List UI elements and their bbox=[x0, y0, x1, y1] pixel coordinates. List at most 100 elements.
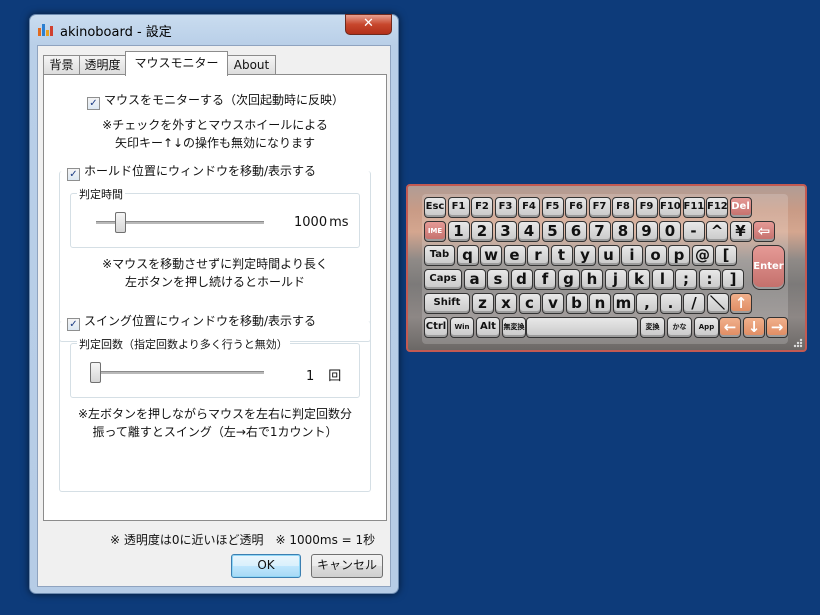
key-v[interactable]: v bbox=[542, 293, 564, 314]
key-c[interactable]: c bbox=[518, 293, 541, 314]
title-bar[interactable]: akinoboard - 設定 ✕ bbox=[30, 14, 398, 43]
key-9[interactable]: 9 bbox=[635, 221, 658, 242]
key-^[interactable]: ^ bbox=[706, 221, 728, 242]
mouse-monitor-checkbox[interactable]: ✓ bbox=[87, 97, 100, 110]
key-@[interactable]: @ bbox=[691, 245, 714, 266]
key-:[interactable]: : bbox=[698, 269, 721, 290]
key-F3[interactable]: F3 bbox=[494, 197, 517, 218]
key-Esc[interactable]: Esc bbox=[424, 197, 446, 218]
key-↑[interactable]: ↑ bbox=[730, 293, 752, 314]
key-F12[interactable]: F12 bbox=[706, 197, 728, 218]
key-i[interactable]: i bbox=[621, 245, 643, 266]
tab-about[interactable]: About bbox=[227, 55, 276, 75]
key-w[interactable]: w bbox=[480, 245, 502, 266]
tab-transparency[interactable]: 透明度 bbox=[79, 55, 126, 75]
key-F5[interactable]: F5 bbox=[541, 197, 564, 218]
key-F4[interactable]: F4 bbox=[518, 197, 540, 218]
key-r[interactable]: r bbox=[527, 245, 549, 266]
key-.[interactable]: . bbox=[659, 293, 682, 314]
key-;[interactable]: ; bbox=[675, 269, 697, 290]
key-3[interactable]: 3 bbox=[494, 221, 517, 242]
key-4[interactable]: 4 bbox=[518, 221, 540, 242]
tab-mouse-monitor[interactable]: マウスモニター bbox=[125, 51, 228, 76]
close-button[interactable]: ✕ bbox=[345, 14, 392, 35]
key-m[interactable]: m bbox=[612, 293, 635, 314]
key-h[interactable]: h bbox=[581, 269, 603, 290]
key-k[interactable]: k bbox=[628, 269, 650, 290]
swing-count-slider-track[interactable] bbox=[94, 371, 264, 374]
key-b[interactable]: b bbox=[565, 293, 588, 314]
key-5[interactable]: 5 bbox=[541, 221, 564, 242]
key-F8[interactable]: F8 bbox=[612, 197, 634, 218]
key-⇦[interactable]: ⇦ bbox=[753, 221, 775, 242]
hold-time-slider-thumb[interactable] bbox=[115, 212, 126, 233]
key-←[interactable]: ← bbox=[719, 317, 741, 338]
key-Ctrl[interactable]: Ctrl bbox=[424, 317, 448, 338]
key-¥[interactable]: ¥ bbox=[729, 221, 752, 242]
key-Tab[interactable]: Tab bbox=[424, 245, 455, 266]
key-g[interactable]: g bbox=[557, 269, 580, 290]
hold-option[interactable]: ✓ ホールド位置にウィンドウを移動/表示する bbox=[67, 162, 320, 181]
hold-time-label: 判定時間 bbox=[77, 186, 125, 202]
tab-background[interactable]: 背景 bbox=[43, 55, 80, 75]
key-,[interactable]: , bbox=[636, 293, 658, 314]
key-x[interactable]: x bbox=[495, 293, 517, 314]
key-0[interactable]: 0 bbox=[659, 221, 681, 242]
key-u[interactable]: u bbox=[597, 245, 620, 266]
key-2[interactable]: 2 bbox=[471, 221, 493, 242]
swing-checkbox[interactable]: ✓ bbox=[67, 318, 80, 331]
key-][interactable]: ] bbox=[722, 269, 744, 290]
key-無変換[interactable]: 無変換 bbox=[502, 317, 526, 338]
key-l[interactable]: l bbox=[651, 269, 674, 290]
key-かな[interactable]: かな bbox=[667, 317, 692, 338]
cancel-button[interactable]: キャンセル bbox=[311, 554, 383, 578]
key-Alt[interactable]: Alt bbox=[476, 317, 500, 338]
key-d[interactable]: d bbox=[510, 269, 533, 290]
key-F6[interactable]: F6 bbox=[565, 197, 587, 218]
mouse-monitor-option[interactable]: ✓ マウスをモニターする（次回起動時に反映） bbox=[87, 91, 344, 110]
key-1[interactable]: 1 bbox=[447, 221, 470, 242]
swing-count-slider-thumb[interactable] bbox=[90, 362, 101, 383]
key-変換[interactable]: 変換 bbox=[640, 317, 665, 338]
key--[interactable]: - bbox=[682, 221, 705, 242]
key-＼[interactable]: ＼ bbox=[706, 293, 729, 314]
key-[[interactable]: [ bbox=[715, 245, 737, 266]
swing-option[interactable]: ✓ スイング位置にウィンドウを移動/表示する bbox=[67, 312, 320, 331]
key-F11[interactable]: F11 bbox=[682, 197, 705, 218]
resize-grip-icon[interactable] bbox=[793, 338, 803, 348]
key-q[interactable]: q bbox=[456, 245, 479, 266]
key-f[interactable]: f bbox=[534, 269, 556, 290]
key-e[interactable]: e bbox=[503, 245, 526, 266]
key-n[interactable]: n bbox=[589, 293, 611, 314]
key-F10[interactable]: F10 bbox=[659, 197, 681, 218]
key-a[interactable]: a bbox=[463, 269, 486, 290]
key-F9[interactable]: F9 bbox=[635, 197, 658, 218]
key-/[interactable]: / bbox=[683, 293, 705, 314]
ok-button[interactable]: OK bbox=[231, 554, 301, 578]
key-space[interactable] bbox=[526, 317, 638, 338]
key-6[interactable]: 6 bbox=[565, 221, 587, 242]
key-F2[interactable]: F2 bbox=[471, 197, 493, 218]
key-y[interactable]: y bbox=[574, 245, 596, 266]
key-s[interactable]: s bbox=[487, 269, 509, 290]
key-Del[interactable]: Del bbox=[729, 197, 752, 218]
key-7[interactable]: 7 bbox=[588, 221, 611, 242]
key-z[interactable]: z bbox=[471, 293, 494, 314]
key-o[interactable]: o bbox=[644, 245, 667, 266]
key-IME[interactable]: IME bbox=[424, 221, 446, 242]
key-F1[interactable]: F1 bbox=[447, 197, 470, 218]
key-F7[interactable]: F7 bbox=[588, 197, 611, 218]
key-Win[interactable]: Win bbox=[450, 317, 474, 338]
key-Caps[interactable]: Caps bbox=[424, 269, 462, 290]
key-Shift[interactable]: Shift bbox=[424, 293, 470, 314]
key-App[interactable]: App bbox=[694, 317, 719, 338]
key-t[interactable]: t bbox=[550, 245, 573, 266]
key-p[interactable]: p bbox=[668, 245, 690, 266]
key-→[interactable]: → bbox=[766, 317, 788, 338]
swing-count-label: 判定回数（指定回数より多く行うと無効） bbox=[77, 336, 290, 352]
key-8[interactable]: 8 bbox=[612, 221, 634, 242]
key-j[interactable]: j bbox=[604, 269, 627, 290]
hold-checkbox[interactable]: ✓ bbox=[67, 168, 80, 181]
key-↓[interactable]: ↓ bbox=[743, 317, 765, 338]
key-Enter[interactable]: Enter bbox=[752, 245, 785, 290]
